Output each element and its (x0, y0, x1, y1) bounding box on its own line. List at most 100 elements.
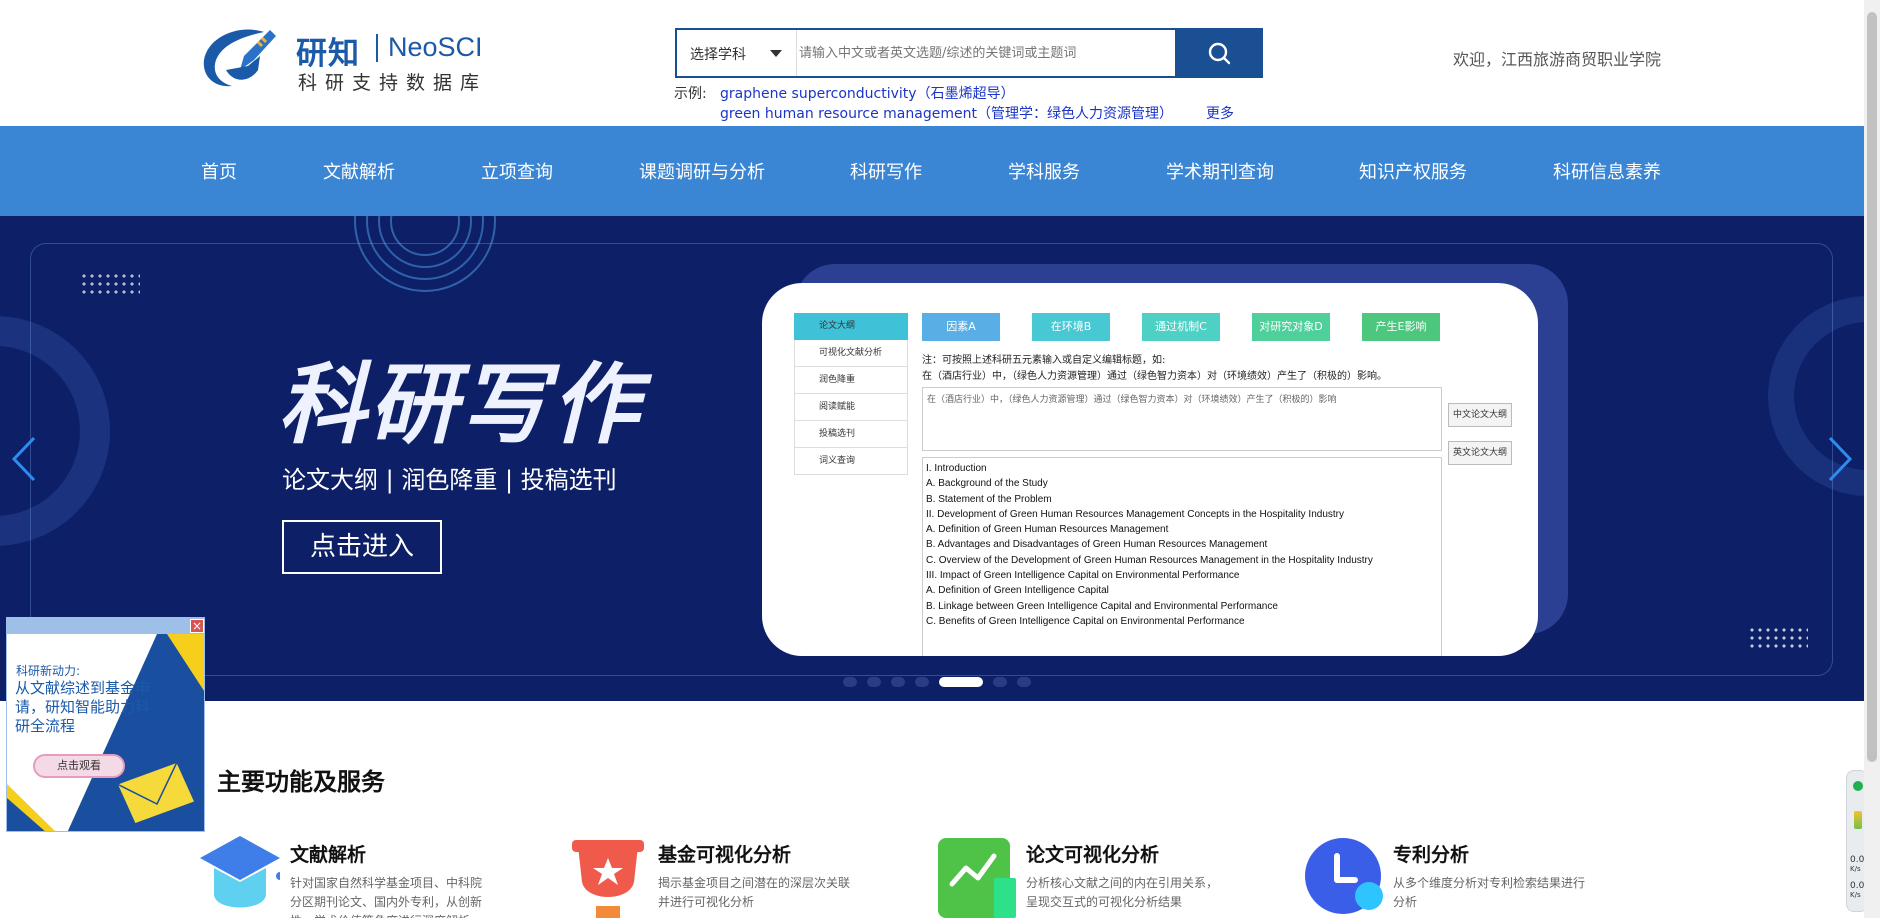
hero-carousel: 科研写作 论文大纲 | 润色降重 | 投稿选刊 点击进入 论文大纲 可视化文献分… (0, 216, 1864, 701)
element-tag-a[interactable]: 因素A (922, 313, 1000, 341)
nav-item-ip-service[interactable]: 知识产权服务 (1359, 158, 1467, 184)
service-card-paper-visual-analysis[interactable]: 论文可视化分析 分析核心文献之间的内在引用关系，呈现交互式的可视化分析结果 (936, 832, 1276, 918)
carousel-dot[interactable] (843, 677, 857, 687)
note-line: 在（酒店行业）中，（绿色人力资源管理）通过（绿色智力资本）对（环境绩效）产生了（… (922, 371, 1387, 382)
tool-menu-item[interactable]: 投稿选刊 (794, 421, 908, 448)
outline-line: A. Background of the Study (926, 478, 1048, 490)
upload-unit: K/s (1850, 865, 1861, 873)
outline-line: A. Definition of Green Human Resources M… (926, 524, 1169, 536)
example-link[interactable]: green human resource management（管理学：绿色人力… (720, 104, 1173, 124)
carousel-next-arrow-icon[interactable] (1826, 434, 1854, 484)
chevron-down-icon (770, 50, 782, 57)
nav-item-info-literacy[interactable]: 科研信息素养 (1553, 158, 1661, 184)
enter-button[interactable]: 点击进入 (282, 520, 442, 574)
popup-message: 从文献综述到基金申请，研知智能助力科研全流程 (15, 679, 151, 735)
outline-line: A. Definition of Green Intelligence Capi… (926, 585, 1109, 597)
carousel-prev-arrow-icon[interactable] (10, 434, 38, 484)
status-dot-icon (1853, 781, 1863, 791)
promo-popup: × 科研新动力: 从文献综述到基金申请，研知智能助力科研全流程 点击观看 (6, 617, 205, 832)
cn-outline-button[interactable]: 中文论文大纲 (1448, 403, 1512, 427)
outline-line: B. Advantages and Disadvantages of Green… (926, 539, 1268, 551)
title-textarea[interactable]: 在（酒店行业）中，（绿色人力资源管理）通过（绿色智力资本）对（环境绩效）产生了（… (922, 387, 1442, 451)
element-tag-d[interactable]: 对研究对象D (1252, 313, 1330, 341)
watch-button[interactable]: 点击观看 (33, 754, 125, 778)
main-nav: 首页 文献解析 立项查询 课题调研与分析 科研写作 学科服务 学术期刊查询 知识… (0, 126, 1864, 216)
logo-text-cn: 研知 (296, 36, 360, 72)
nav-item-literature-analysis[interactable]: 文献解析 (323, 158, 395, 184)
outline-line: C. Benefits of Green Intelligence Capita… (926, 615, 1245, 627)
close-icon[interactable]: × (190, 619, 204, 633)
service-description: 针对国家自然科学基金项目、中科院分区期刊论文、国内外专利，从创新性、学术价值等角… (290, 876, 483, 918)
nav-item-subject-service[interactable]: 学科服务 (1008, 158, 1080, 184)
logo-text-en: NeoSCI (388, 32, 483, 62)
outline-line: I. Introduction (926, 463, 987, 474)
nav-item-topic-research[interactable]: 课题调研与分析 (639, 158, 765, 184)
service-description: 揭示基金项目之间潜在的深层次关联并进行可视化分析 (658, 876, 851, 909)
service-title: 文献解析 (290, 844, 367, 866)
nav-item-project-search[interactable]: 立项查询 (481, 158, 553, 184)
welcome-text: 欢迎，江西旅游商贸职业学院 (1453, 50, 1662, 69)
tool-menu-item[interactable]: 阅读赋能 (794, 394, 908, 421)
popup-body[interactable]: 科研新动力: 从文献综述到基金申请，研知智能助力科研全流程 点击观看 (7, 634, 204, 831)
en-outline-button[interactable]: 英文论文大纲 (1448, 441, 1512, 465)
subject-select[interactable]: 选择学科 (677, 30, 797, 76)
line-chart-icon (938, 838, 1016, 918)
more-examples-link[interactable]: 更多 (1206, 104, 1234, 124)
scrollbar-thumb[interactable] (1867, 12, 1877, 762)
service-description: 分析核心文献之间的内在引用关系，呈现交互式的可视化分析结果 (1026, 876, 1219, 909)
services-heading: 主要功能及服务 (217, 768, 385, 796)
nav-item-research-writing[interactable]: 科研写作 (850, 158, 922, 184)
download-unit: K/s (1850, 891, 1861, 899)
service-card-patent-analysis[interactable]: 专利分析 从多个维度分析对专利检索结果进行分析 (1303, 832, 1643, 918)
outline-line: C. Overview of the Development of Green … (926, 554, 1373, 566)
search-icon (1208, 42, 1231, 65)
search-bar: 选择学科 (675, 28, 1263, 78)
examples-label: 示例: (674, 86, 707, 102)
outline-output: I. Introduction A. Background of the Stu… (922, 457, 1442, 656)
outline-line: B. Statement of the Problem (926, 493, 1052, 505)
tool-menu: 论文大纲 可视化文献分析 润色降重 阅读赋能 投稿选刊 词义查询 (794, 313, 908, 475)
search-button[interactable] (1175, 28, 1263, 78)
download-speed: 0.0 (1850, 881, 1865, 891)
carousel-dot[interactable] (915, 677, 929, 687)
tool-menu-item[interactable]: 论文大纲 (794, 313, 908, 340)
carousel-dot[interactable] (993, 677, 1007, 687)
trophy-icon (572, 840, 644, 918)
tool-menu-item[interactable]: 词义查询 (794, 448, 908, 475)
logo-separator (376, 34, 378, 62)
header: 研知 NeoSCI 科研支持数据库 选择学科 示例: graphene supe… (0, 0, 1864, 126)
outline-line: II. Development of Green Human Resources… (926, 508, 1344, 520)
site-logo[interactable]: 研知 NeoSCI 科研支持数据库 (200, 24, 490, 94)
carousel-dot[interactable] (1017, 677, 1031, 687)
service-card-literature-analysis[interactable]: 文献解析 针对国家自然科学基金项目、中科院分区期刊论文、国内外专利，从创新性、学… (200, 832, 540, 918)
search-input[interactable] (799, 32, 1139, 74)
banner-subtitle: 论文大纲 | 润色降重 | 投稿选刊 (282, 466, 617, 494)
decorative-dots (80, 272, 140, 296)
element-tag-b[interactable]: 在环境B (1032, 313, 1110, 341)
nav-item-home[interactable]: 首页 (201, 158, 237, 184)
decorative-dots (1748, 626, 1808, 650)
carousel-dot[interactable] (939, 677, 983, 687)
nav-item-journal-search[interactable]: 学术期刊查询 (1166, 158, 1274, 184)
carousel-dot[interactable] (891, 677, 905, 687)
popup-titlebar: × (7, 618, 204, 634)
service-description: 从多个维度分析对专利检索结果进行分析 (1393, 876, 1586, 909)
tool-menu-item[interactable]: 可视化文献分析 (794, 340, 908, 367)
carousel-dot[interactable] (867, 677, 881, 687)
service-card-fund-visual-analysis[interactable]: 基金可视化分析 揭示基金项目之间潜在的深层次关联并进行可视化分析 (568, 832, 908, 918)
outline-line: B. Linkage between Green Intelligence Ca… (926, 600, 1278, 612)
logo-subtitle: 科研支持数据库 (298, 72, 488, 94)
level-bar-icon (1854, 811, 1862, 829)
neosci-logo-icon (203, 29, 276, 87)
note-line: 注：可按照上述科研五元素输入或自定义编辑标题，如: (922, 355, 1166, 366)
element-tag-e[interactable]: 产生E影响 (1362, 313, 1440, 341)
outline-line: III. Impact of Green Intelligence Capita… (926, 570, 1240, 582)
element-tag-c[interactable]: 通过机制C (1142, 313, 1220, 341)
subject-select-label: 选择学科 (690, 47, 746, 63)
graduation-cap-icon (200, 836, 280, 908)
example-link[interactable]: graphene superconductivity（石墨烯超导） (720, 84, 1015, 104)
service-title: 基金可视化分析 (658, 844, 792, 866)
banner-title: 科研写作 (278, 353, 643, 456)
tool-menu-item[interactable]: 润色降重 (794, 367, 908, 394)
page-scrollbar[interactable] (1864, 0, 1880, 918)
